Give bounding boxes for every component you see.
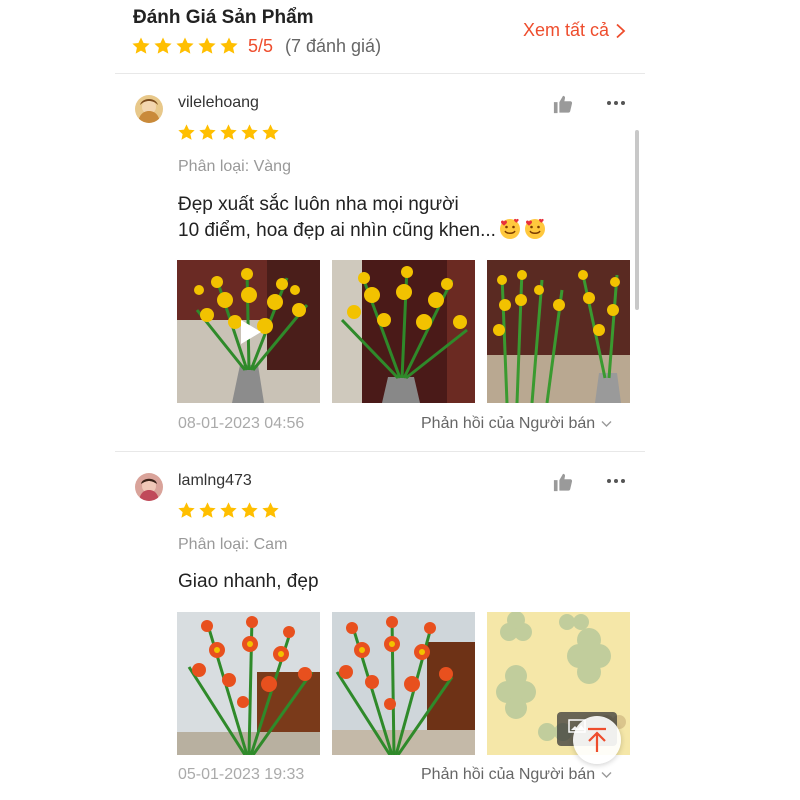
star-icon xyxy=(219,123,238,142)
star-icon xyxy=(177,501,196,520)
review-photo[interactable] xyxy=(332,612,475,755)
chevron-down-icon xyxy=(601,771,612,779)
review-variant: Phân loại: Cam xyxy=(178,536,288,553)
star-icon xyxy=(175,36,195,56)
scrollbar[interactable] xyxy=(635,130,639,310)
avatar[interactable] xyxy=(135,473,163,501)
review-photos xyxy=(177,612,630,755)
reviews-title: Đánh Giá Sản Phẩm xyxy=(133,7,314,28)
review-comment: Giao nhanh, đẹp xyxy=(178,569,319,595)
more-icon[interactable] xyxy=(607,101,627,107)
comment-line: 10 điểm, hoa đẹp ai nhìn cũng khen... xyxy=(178,220,496,241)
yellow-gladiolus-photo xyxy=(332,260,475,403)
see-all-label: Xem tất cả xyxy=(522,20,609,40)
review-date: 05-01-2023 19:33 xyxy=(178,766,305,783)
review-item: lamlng473 Phân loại: Cam Giao nhanh, đẹp xyxy=(115,452,645,800)
comment-line: Giao nhanh, đẹp xyxy=(178,571,319,592)
review-photo[interactable] xyxy=(177,612,320,755)
yellow-gladiolus-photo xyxy=(177,260,320,403)
see-all-link[interactable]: Xem tất cả xyxy=(523,20,627,41)
seller-reply-label: Phản hồi của Người bán xyxy=(421,766,596,783)
review-photo[interactable] xyxy=(487,260,630,403)
review-photos xyxy=(177,260,630,403)
star-icon xyxy=(261,123,280,142)
review-video-thumbnail[interactable] xyxy=(177,260,320,403)
smiling-face-with-hearts-icon xyxy=(524,218,545,239)
thumbs-up-icon[interactable] xyxy=(552,94,574,114)
chevron-down-icon xyxy=(601,420,612,428)
comment-line-with-emoji: 10 điểm, hoa đẹp ai nhìn cũng khen... xyxy=(178,218,546,244)
product-reviews-panel: Đánh Giá Sản Phẩm 5/5 (7 đánh giá) Xem t… xyxy=(115,0,645,800)
review-date: 08-01-2023 04:56 xyxy=(178,415,305,432)
review-stars xyxy=(177,501,280,520)
rating-score: 5/5 xyxy=(248,36,274,56)
review-variant: Phân loại: Vàng xyxy=(178,158,291,175)
star-icon xyxy=(197,36,217,56)
review-photo[interactable] xyxy=(332,260,475,403)
review-stars xyxy=(177,123,280,142)
smiling-face-with-hearts-icon xyxy=(499,218,520,239)
scroll-to-top-button[interactable] xyxy=(573,716,621,764)
rating-stars xyxy=(131,36,239,56)
rating-count: (7 đánh giá) xyxy=(285,36,382,56)
review-comment: Đẹp xuất sắc luôn nha mọi người 10 điểm,… xyxy=(178,192,546,244)
star-icon xyxy=(131,36,151,56)
star-icon xyxy=(177,123,196,142)
chevron-right-icon xyxy=(616,23,626,38)
star-icon xyxy=(198,123,217,142)
arrow-up-icon xyxy=(588,727,606,752)
star-icon xyxy=(261,501,280,520)
yellow-gladiolus-photo xyxy=(487,260,630,403)
star-icon xyxy=(240,123,259,142)
review-item: vilelehoang Phân loại: Vàng Đẹp xuất sắc… xyxy=(115,74,645,452)
comment-line: Đẹp xuất sắc luôn nha mọi người xyxy=(178,194,459,215)
star-icon xyxy=(153,36,173,56)
review-username[interactable]: vilelehoang xyxy=(178,94,259,112)
review-username[interactable]: lamlng473 xyxy=(178,472,252,490)
star-icon xyxy=(198,501,217,520)
star-icon xyxy=(240,501,259,520)
avatar-image xyxy=(135,473,163,501)
orange-gladiolus-photo xyxy=(177,612,320,755)
seller-reply-toggle[interactable]: Phản hồi của Người bán xyxy=(421,766,612,784)
reviews-header: Đánh Giá Sản Phẩm 5/5 (7 đánh giá) Xem t… xyxy=(115,0,645,74)
orange-gladiolus-photo xyxy=(332,612,475,755)
avatar[interactable] xyxy=(135,95,163,123)
more-icon[interactable] xyxy=(607,479,627,485)
avatar-image xyxy=(135,95,163,123)
star-icon xyxy=(219,501,238,520)
seller-reply-toggle[interactable]: Phản hồi của Người bán xyxy=(421,415,612,433)
star-icon xyxy=(219,36,239,56)
seller-reply-label: Phản hồi của Người bán xyxy=(421,415,596,432)
thumbs-up-icon[interactable] xyxy=(552,472,574,492)
